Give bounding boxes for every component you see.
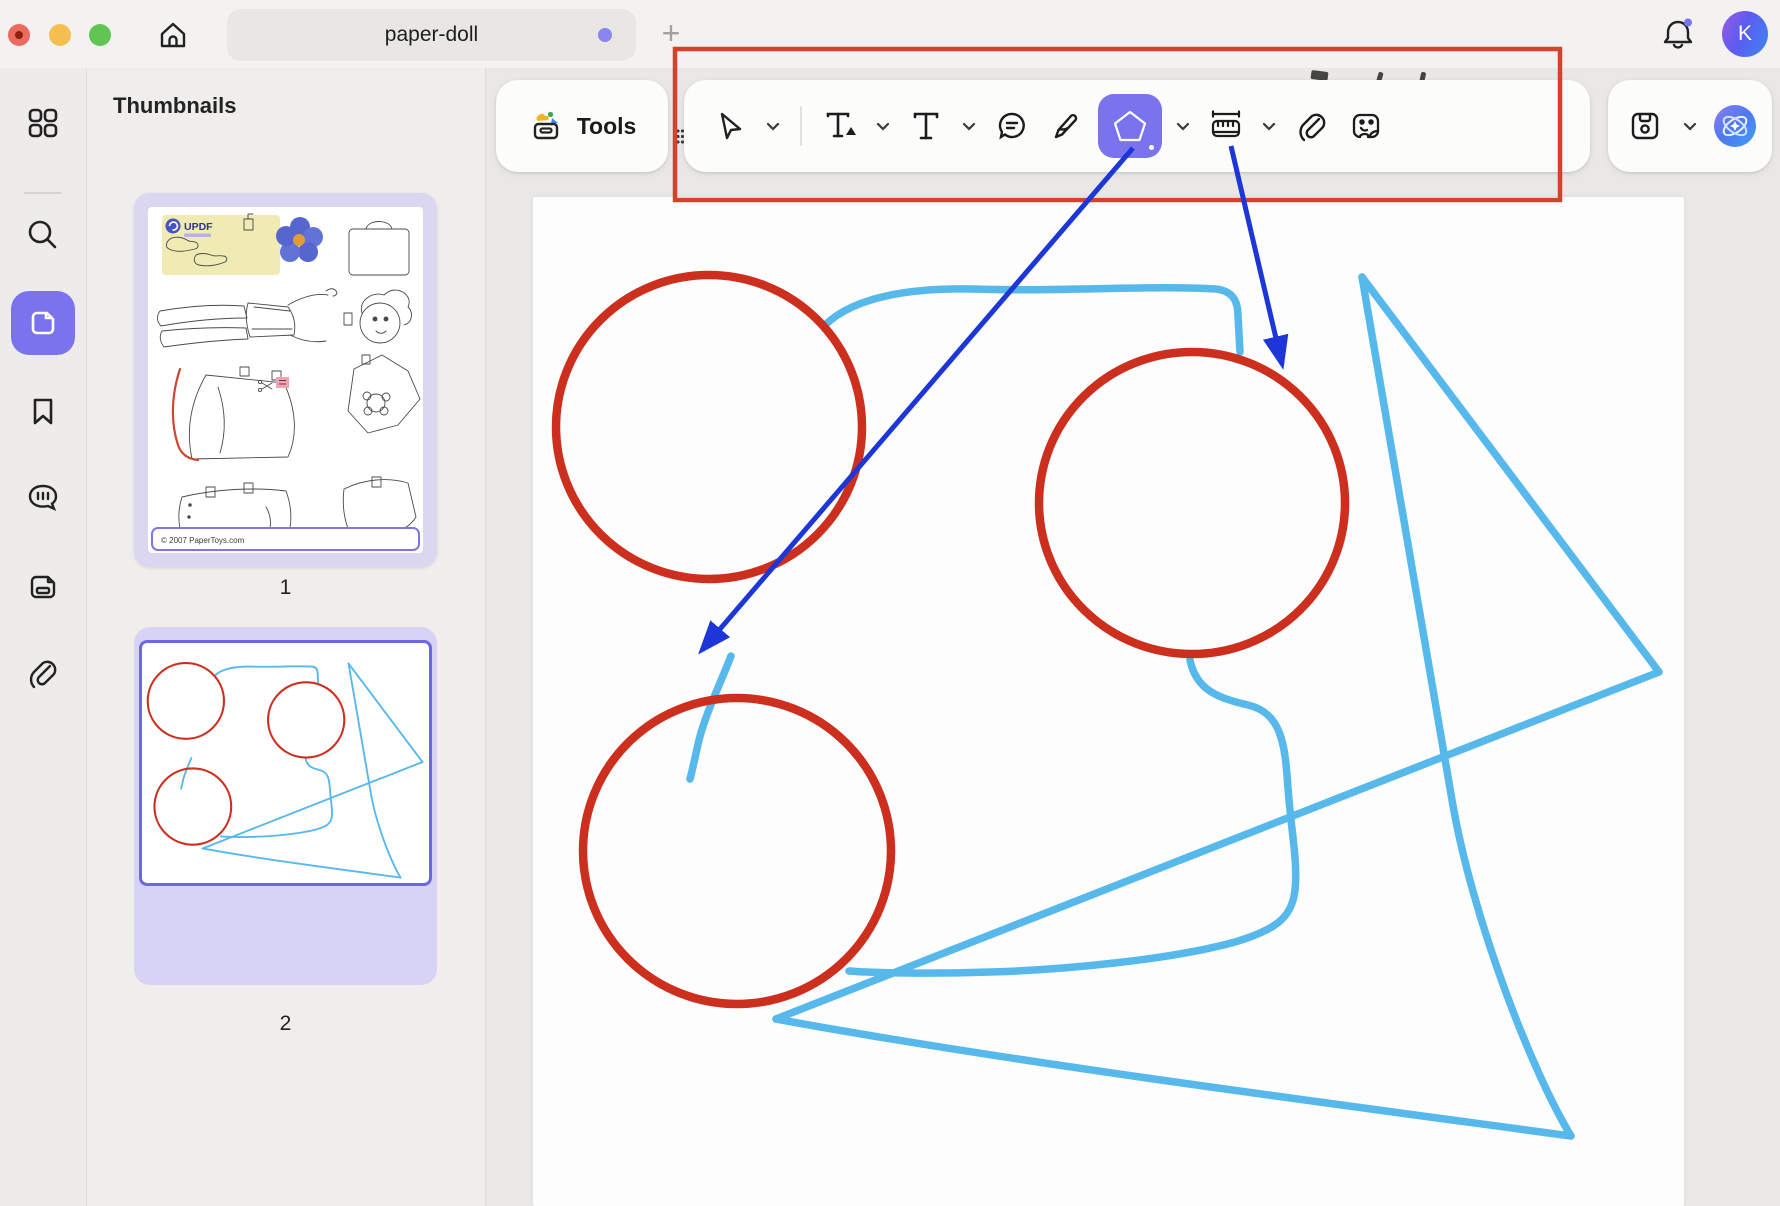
shape-tool-dropdown[interactable]	[1172, 106, 1194, 146]
page-number-1: 1	[134, 576, 437, 600]
paperclip-icon	[1294, 108, 1330, 144]
window-titlebar: paper-doll + K	[0, 0, 1780, 68]
pencil-icon	[1048, 108, 1084, 144]
sidebar-item-search[interactable]	[11, 203, 75, 267]
toolbar-divider	[800, 106, 802, 146]
tools-label: Tools	[577, 113, 637, 140]
grid-icon	[24, 104, 62, 142]
flower-sticker	[276, 217, 323, 262]
chevron-down-icon	[962, 122, 976, 131]
sidebar-item-attachments[interactable]	[11, 641, 75, 705]
home-icon	[155, 17, 191, 53]
edit-text-tool-button[interactable]	[818, 100, 862, 152]
page-number-2: 2	[134, 1012, 437, 1036]
unsaved-dot	[598, 28, 612, 42]
sticker-tool-button[interactable]	[1344, 100, 1388, 152]
partial-icon	[21, 1193, 65, 1206]
pdf-page[interactable]	[533, 197, 1684, 1206]
shape-tool-button[interactable]	[1098, 94, 1162, 158]
bookmark-icon	[25, 393, 61, 429]
thumbnail-page-1-preview: UPDF	[148, 207, 423, 553]
home-button[interactable]	[154, 16, 192, 54]
sidebar-item-thumbnails[interactable]	[11, 291, 75, 355]
select-tool-dropdown[interactable]	[762, 106, 784, 146]
new-tab-button[interactable]: +	[655, 18, 687, 50]
ai-assistant-button[interactable]	[1713, 100, 1757, 152]
ai-sparkle-icon	[1712, 103, 1758, 149]
zoom-window-button[interactable]	[89, 24, 111, 46]
save-dropdown[interactable]	[1679, 106, 1701, 146]
sidebar-item-page-edit[interactable]	[11, 555, 75, 619]
pentagon-icon	[1110, 106, 1150, 146]
notifications-button[interactable]	[1658, 14, 1698, 54]
document-canvas[interactable]	[486, 68, 1780, 1206]
comment-bubble-icon	[994, 108, 1030, 144]
sidebar-item-bookmarks[interactable]	[11, 379, 75, 443]
edit-text-icon	[822, 108, 858, 144]
chevron-down-icon	[1176, 122, 1190, 131]
chevron-down-icon	[876, 122, 890, 131]
cursor-icon	[713, 109, 747, 143]
ruler-icon	[1207, 107, 1245, 145]
chevron-down-icon	[1262, 122, 1276, 131]
yellow-shape	[536, 114, 548, 121]
left-sidebar	[0, 68, 87, 1206]
red-pen-annotation	[173, 369, 198, 460]
toolbar-drag-handle[interactable]	[676, 129, 685, 144]
floppy-icon	[1627, 108, 1663, 144]
tools-box-icon	[528, 108, 564, 144]
search-icon	[24, 216, 62, 254]
chat-bubble-icon	[24, 478, 62, 516]
sticker-icon	[1348, 108, 1384, 144]
sidebar-item-bottom-partial[interactable]	[11, 1178, 75, 1206]
thumbnail-page-1[interactable]: UPDF	[134, 193, 437, 567]
annotation-toolbar	[684, 80, 1590, 172]
save-button[interactable]	[1623, 100, 1667, 152]
panel-title: Thumbnails	[113, 93, 236, 119]
selected-dot	[1149, 145, 1154, 150]
paperclip-icon	[24, 654, 62, 692]
avatar[interactable]: K	[1722, 11, 1768, 57]
document-tab[interactable]: paper-doll	[227, 9, 636, 61]
select-tool-button[interactable]	[708, 100, 752, 152]
tools-button[interactable]: Tools	[496, 80, 668, 172]
thumbnail-page-2-preview	[139, 640, 432, 886]
svg-text:UPDF: UPDF	[184, 221, 213, 233]
chevron-down-icon	[1683, 122, 1697, 131]
footer-text-field[interactable]: © 2007 PaperToys.com	[152, 528, 419, 550]
document-icon	[25, 569, 61, 605]
minimize-window-button[interactable]	[49, 24, 71, 46]
text-icon	[908, 108, 944, 144]
sidebar-item-apps[interactable]	[11, 91, 75, 155]
comment-tool-button[interactable]	[990, 100, 1034, 152]
sidebar-divider	[24, 192, 62, 194]
thumbnails-panel: Thumbnails UPDF	[87, 68, 486, 1206]
pen-tool-button[interactable]	[1044, 100, 1088, 152]
avatar-initial: K	[1738, 22, 1752, 46]
measure-tool-dropdown[interactable]	[1258, 106, 1280, 146]
add-text-tool-button[interactable]	[904, 100, 948, 152]
page-icon	[25, 305, 61, 341]
bell-icon	[1658, 14, 1698, 54]
footer-text: © 2007 PaperToys.com	[161, 536, 245, 545]
tab-title: paper-doll	[385, 23, 478, 47]
add-text-dropdown[interactable]	[958, 106, 980, 146]
measure-tool-button[interactable]	[1204, 100, 1248, 152]
note-annotation	[276, 377, 289, 388]
chevron-down-icon	[766, 122, 780, 131]
attach-file-button[interactable]	[1290, 100, 1334, 152]
thumbnail-page-2[interactable]	[134, 627, 437, 985]
close-window-button[interactable]	[8, 24, 30, 46]
sidebar-item-comments[interactable]	[11, 465, 75, 529]
save-toolbar	[1608, 80, 1772, 172]
edit-text-dropdown[interactable]	[872, 106, 894, 146]
